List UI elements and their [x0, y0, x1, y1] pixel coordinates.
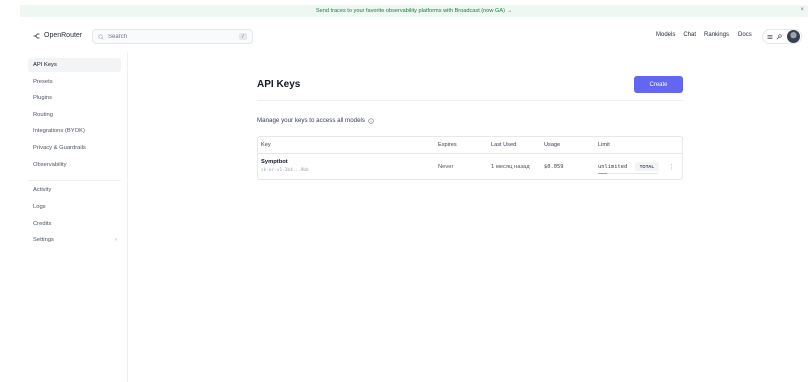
column-header-expires: Expires	[438, 142, 457, 148]
sidebar-item-activity[interactable]: Activity	[28, 183, 121, 197]
subtitle-text: Manage your keys to access all models	[257, 117, 365, 124]
sidebar-item-integrations[interactable]: Integrations (BYOK)	[28, 124, 121, 138]
key-name[interactable]: Symptbot	[261, 159, 288, 165]
nav-models[interactable]: Models	[656, 32, 675, 38]
more-vertical-icon[interactable]: ⋮	[668, 163, 675, 171]
key-expires: Never	[438, 164, 454, 170]
logo-text: OpenRouter	[44, 32, 83, 39]
sidebar-item-label: Presets	[33, 79, 53, 85]
top-header: OpenRouter / Models Chat Rankings Docs	[0, 22, 812, 52]
chevron-right-icon: ›	[115, 237, 117, 243]
nav-rankings[interactable]: Rankings	[704, 32, 729, 38]
nav-chat[interactable]: Chat	[683, 32, 696, 38]
top-nav: Models Chat Rankings Docs	[656, 32, 752, 38]
sidebar-divider	[28, 180, 121, 181]
column-header-limit: Limit	[598, 142, 610, 148]
key-limit: unlimited	[598, 164, 628, 170]
sidebar-item-logs[interactable]: Logs	[28, 200, 121, 214]
key-usage: $0.059	[544, 164, 564, 170]
logo[interactable]: OpenRouter	[33, 32, 82, 39]
sidebar-item-label: Activity	[33, 187, 52, 193]
sidebar-item-label: API Keys	[33, 62, 57, 68]
sidebar: API Keys Presets Plugins Routing Integra…	[0, 52, 128, 382]
sidebar-item-label: Logs	[33, 204, 46, 210]
limit-usage-bar	[598, 173, 658, 174]
close-icon[interactable]: ×	[800, 7, 804, 13]
sidebar-item-credits[interactable]: Credits	[28, 217, 121, 231]
sidebar-item-plugins[interactable]: Plugins	[28, 91, 121, 105]
sidebar-item-label: Credits	[33, 221, 52, 227]
title-divider	[257, 100, 683, 101]
column-header-key: Key	[261, 142, 271, 148]
create-button[interactable]: Create	[634, 76, 683, 93]
sidebar-item-label: Settings	[33, 237, 54, 243]
announcement-banner: Send traces to your favorite observabili…	[0, 0, 812, 20]
info-icon[interactable]	[368, 117, 374, 124]
table-header: Key Expires Last Used Usage Limit	[258, 137, 682, 154]
nav-docs[interactable]: Docs	[738, 32, 752, 38]
sidebar-item-label: Integrations (BYOK)	[33, 128, 85, 134]
column-header-usage: Usage	[544, 142, 561, 148]
sidebar-item-presets[interactable]: Presets	[28, 75, 121, 89]
announcement-text[interactable]: Send traces to your favorite observabili…	[316, 8, 512, 14]
key-last-used: 1 месяц назад	[491, 164, 530, 170]
avatar[interactable]	[787, 30, 800, 43]
search-shortcut: /	[239, 33, 247, 40]
column-header-last-used: Last Used	[491, 142, 517, 148]
sidebar-item-routing[interactable]: Routing	[28, 108, 121, 122]
api-keys-table: Key Expires Last Used Usage Limit Symptb…	[257, 136, 683, 180]
page-subtitle: Manage your keys to access all models	[257, 117, 374, 124]
menu-icon	[767, 34, 773, 39]
table-row[interactable]: Symptbot sk-or-v1-2b4...9bb Never 1 меся…	[258, 154, 682, 180]
sidebar-item-label: Observability	[33, 162, 67, 168]
sidebar-item-settings[interactable]: Settings ›	[28, 233, 121, 247]
search-icon	[98, 33, 104, 39]
key-id: sk-or-v1-2b4...9bb	[261, 168, 309, 173]
logo-icon	[33, 33, 40, 38]
sidebar-item-label: Plugins	[33, 95, 53, 101]
sidebar-item-label: Privacy & Guardrails	[33, 145, 86, 151]
search-input[interactable]	[108, 33, 228, 40]
key-icon	[776, 33, 782, 39]
limit-usage-fill	[598, 173, 607, 174]
sidebar-item-privacy[interactable]: Privacy & Guardrails	[28, 141, 121, 155]
sidebar-item-observability[interactable]: Observability	[28, 158, 121, 172]
search-box[interactable]: /	[92, 29, 253, 44]
page-title: API Keys	[257, 79, 301, 90]
limit-type-badge: TOTAL	[635, 162, 659, 171]
sidebar-item-label: Routing	[33, 112, 53, 118]
sidebar-item-api-keys[interactable]: API Keys	[28, 58, 121, 72]
announcement-bar[interactable]: Send traces to your favorite observabili…	[20, 5, 808, 17]
